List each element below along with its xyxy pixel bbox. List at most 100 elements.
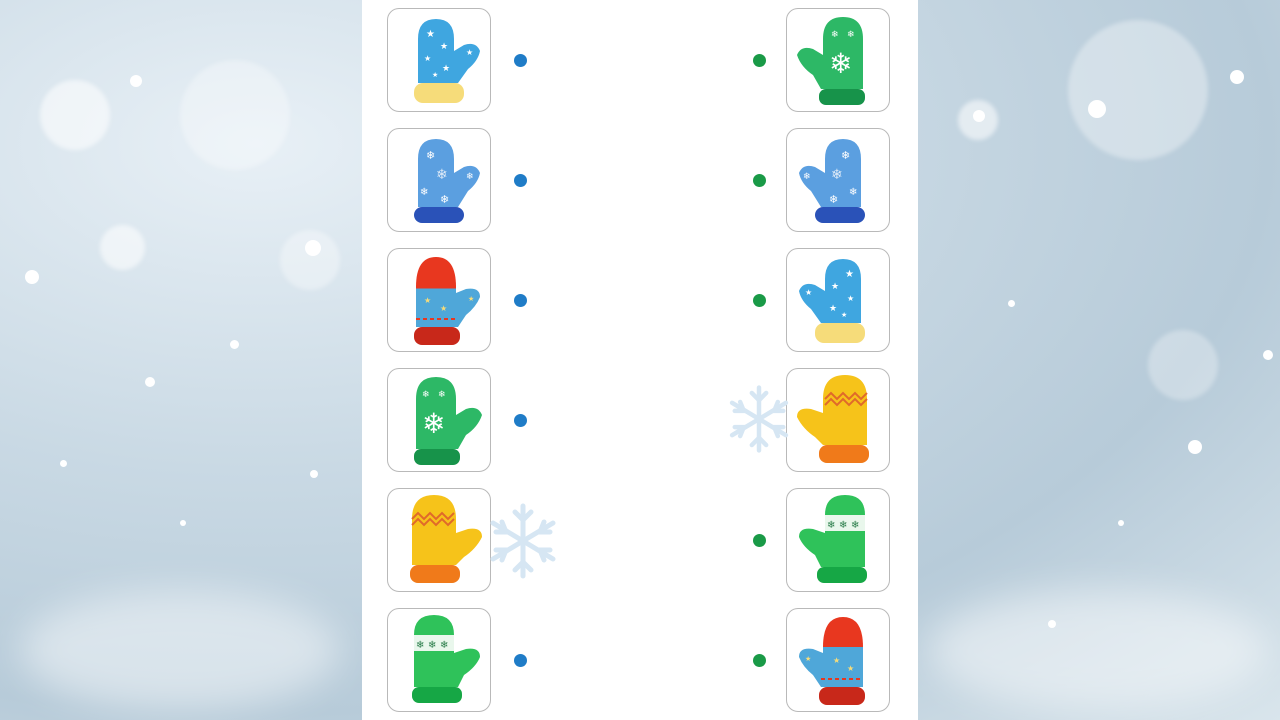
svg-text:❄: ❄ — [831, 30, 839, 40]
bokeh-light — [40, 80, 110, 150]
svg-text:★: ★ — [805, 655, 811, 663]
match-dot-left-6[interactable] — [514, 654, 527, 667]
svg-text:❄: ❄ — [851, 520, 859, 531]
snowy-background-right — [918, 0, 1280, 720]
left-card-6[interactable]: ❄ ❄ ❄ — [387, 608, 491, 712]
right-card-2[interactable]: ❄ ❄ ❄ ❄ ❄ — [786, 128, 890, 232]
match-dot-right-3[interactable] — [753, 294, 766, 307]
svg-text:❄: ❄ — [829, 47, 852, 80]
bokeh-light — [1068, 20, 1208, 160]
match-dot-left-1[interactable] — [514, 54, 527, 67]
snowflake-icon — [490, 503, 556, 579]
snowflake-icon — [729, 385, 789, 453]
mitten-green-white-band-icon: ❄ ❄ ❄ — [799, 495, 867, 583]
svg-text:★: ★ — [426, 29, 435, 40]
svg-text:❄: ❄ — [827, 520, 835, 531]
bokeh-light — [1148, 330, 1218, 400]
svg-text:❄: ❄ — [416, 640, 424, 651]
mitten-blue-snowflakes-icon: ❄❄ ❄❄ ❄ — [414, 139, 480, 223]
svg-text:❄: ❄ — [440, 640, 448, 651]
match-dot-left-2[interactable] — [514, 174, 527, 187]
svg-text:❄: ❄ — [426, 149, 435, 162]
svg-text:❄: ❄ — [466, 172, 474, 182]
mitten-yellow-zigzag-icon — [797, 375, 869, 463]
bokeh-light — [100, 225, 145, 270]
svg-text:★: ★ — [831, 282, 839, 292]
snow-dot — [1008, 300, 1015, 307]
svg-text:★: ★ — [841, 311, 847, 319]
snow-dot — [973, 110, 985, 122]
svg-text:★: ★ — [468, 295, 474, 303]
snow-glow — [928, 590, 1268, 710]
right-card-6[interactable]: ★ ★ ★ — [786, 608, 890, 712]
svg-text:❄: ❄ — [841, 149, 850, 162]
snow-dot — [1230, 70, 1244, 84]
mitten-red-cap-blue-stars-icon: ★ ★ ★ — [414, 257, 480, 345]
snow-dot — [25, 270, 39, 284]
svg-text:★: ★ — [432, 71, 438, 79]
snow-dot — [130, 75, 142, 87]
snow-dot — [310, 470, 318, 478]
svg-text:★: ★ — [424, 296, 431, 305]
snow-dot — [1118, 520, 1124, 526]
mitten-blue-snowflakes-icon: ❄ ❄ ❄ ❄ ❄ — [799, 139, 865, 223]
svg-text:❄: ❄ — [436, 167, 448, 183]
snowy-background-left — [0, 0, 362, 720]
svg-text:❄: ❄ — [420, 187, 428, 198]
snow-dot — [1263, 350, 1273, 360]
svg-text:❄: ❄ — [428, 640, 436, 651]
right-card-4[interactable] — [786, 368, 890, 472]
right-card-3[interactable]: ★ ★ ★ ★ ★ ★ — [786, 248, 890, 352]
svg-text:★: ★ — [847, 664, 854, 673]
svg-text:★: ★ — [424, 54, 431, 63]
snow-glow — [20, 590, 340, 710]
svg-text:★: ★ — [466, 48, 473, 57]
svg-text:★: ★ — [845, 269, 854, 280]
left-card-3[interactable]: ★ ★ ★ — [387, 248, 491, 352]
svg-text:★: ★ — [805, 288, 812, 297]
snow-dot — [60, 460, 67, 467]
right-card-1[interactable]: ❄ ❄ ❄ — [786, 8, 890, 112]
mitten-blue-stars-icon: ★★ ★★ ★★ — [414, 19, 480, 103]
left-card-5[interactable] — [387, 488, 491, 592]
match-dot-left-4[interactable] — [514, 414, 527, 427]
svg-text:★: ★ — [442, 64, 450, 74]
snow-dot — [1088, 100, 1106, 118]
svg-text:❄: ❄ — [438, 390, 446, 400]
match-dot-right-1[interactable] — [753, 54, 766, 67]
svg-text:❄: ❄ — [847, 30, 855, 40]
match-dot-right-5[interactable] — [753, 534, 766, 547]
bokeh-light — [280, 230, 340, 290]
svg-text:★: ★ — [440, 304, 447, 313]
svg-text:❄: ❄ — [422, 390, 430, 400]
mitten-green-white-band-icon: ❄ ❄ ❄ — [412, 615, 480, 703]
match-dot-right-2[interactable] — [753, 174, 766, 187]
svg-text:★: ★ — [847, 294, 854, 303]
right-card-5[interactable]: ❄ ❄ ❄ — [786, 488, 890, 592]
mitten-yellow-zigzag-icon — [410, 495, 482, 583]
snow-dot — [1048, 620, 1056, 628]
svg-text:❄: ❄ — [422, 407, 445, 440]
svg-text:❄: ❄ — [803, 172, 811, 182]
mitten-blue-stars-icon: ★★ ★★ ★★ — [799, 259, 865, 343]
match-dot-right-6[interactable] — [753, 654, 766, 667]
left-card-4[interactable]: ❄ ❄ ❄ — [387, 368, 491, 472]
match-dot-left-3[interactable] — [514, 294, 527, 307]
snow-dot — [180, 520, 186, 526]
mitten-red-cap-blue-stars-icon: ★ ★ ★ — [799, 617, 865, 705]
svg-text:★: ★ — [829, 304, 837, 314]
svg-text:★: ★ — [833, 656, 840, 665]
bokeh-light — [180, 60, 290, 170]
left-card-2[interactable]: ❄ ❄ ❄ ❄ ❄ — [387, 128, 491, 232]
worksheet: ★ ★ ★ ★ ★ ★ ❄ ❄ ❄ ❄ ❄ ★ ★ ★ ❄ ❄ ❄ ❄ ❄ ❄ … — [362, 0, 918, 720]
snow-dot — [230, 340, 239, 349]
svg-text:❄: ❄ — [829, 193, 838, 206]
svg-text:❄: ❄ — [440, 193, 449, 206]
svg-text:❄: ❄ — [849, 187, 857, 198]
svg-text:❄: ❄ — [831, 167, 843, 183]
snow-dot — [1188, 440, 1202, 454]
snow-dot — [145, 377, 155, 387]
snow-dot — [305, 240, 321, 256]
left-card-1[interactable]: ★ ★ ★ ★ ★ ★ — [387, 8, 491, 112]
mitten-green-snowflake-icon: ❄ ❄ ❄ — [797, 17, 865, 105]
